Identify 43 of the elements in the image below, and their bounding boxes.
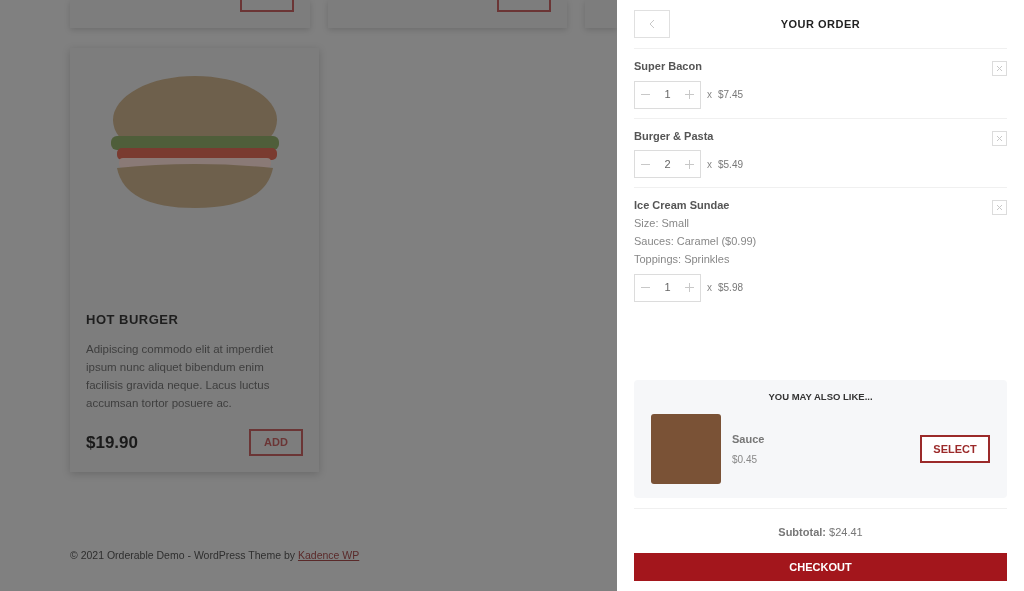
add-button[interactable] <box>239 0 294 12</box>
quantity-value: 1 <box>664 87 671 103</box>
back-button[interactable] <box>634 10 670 38</box>
item-option: Toppings: Sprinkles <box>634 249 757 268</box>
minus-icon[interactable] <box>641 287 650 288</box>
photo-placeholder <box>651 414 721 484</box>
close-icon[interactable] <box>992 61 1007 76</box>
quantity-value: 1 <box>664 280 671 296</box>
multiply-sign: x <box>707 88 712 102</box>
item-price: $5.49 <box>718 157 744 172</box>
add-button[interactable] <box>497 0 551 12</box>
quantity-stepper[interactable]: 1 <box>634 273 701 302</box>
minus-icon[interactable] <box>641 94 650 95</box>
select-button[interactable]: SELECT <box>920 435 990 463</box>
item-price: $7.45 <box>718 88 744 102</box>
footer-text: © 2021 Orderable Demo - WordPress Theme by <box>70 549 297 561</box>
checkout-button[interactable]: CHECKOUT <box>634 553 1007 581</box>
multiply-sign: x <box>707 281 712 295</box>
item-name: Super Bacon <box>634 59 703 74</box>
product-title: HOT BURGER <box>86 311 180 329</box>
panel-title: YOUR ORDER <box>779 16 862 32</box>
multiply-sign: x <box>707 157 712 172</box>
item-name: Ice Cream Sundae <box>634 198 731 213</box>
item-name: Burger & Pasta <box>634 128 715 144</box>
product-price: $0.45 <box>732 452 759 467</box>
item-option: Size: Small <box>634 213 757 232</box>
quantity-value: 2 <box>664 156 671 172</box>
close-icon[interactable] <box>992 130 1007 146</box>
plus-icon[interactable] <box>685 283 694 292</box>
product-name: Sauce <box>732 432 766 448</box>
quantity-stepper[interactable]: 2 <box>634 150 701 178</box>
chevron-left-icon <box>649 19 655 29</box>
plus-icon[interactable] <box>685 159 694 169</box>
subtotal-text: Subtotal: $24.41 <box>778 526 863 538</box>
product-price: $19.90 <box>86 431 138 454</box>
item-price: $5.98 <box>718 281 744 295</box>
product-description: Adipiscing commodo elit at imperdiet ipsum nunc aliquet bibendum enim facilisis gravida neque. Lacus luctus accumsan tortor posuere ac. <box>86 341 275 411</box>
upsell-title: YOU MAY ALSO LIKE... <box>767 389 874 404</box>
close-icon[interactable] <box>992 200 1007 215</box>
item-option: Sauces: Caramel ($0.99) <box>634 231 757 250</box>
plus-icon[interactable] <box>685 90 694 99</box>
minus-icon[interactable] <box>641 163 650 165</box>
quantity-stepper[interactable]: 1 <box>634 80 701 109</box>
